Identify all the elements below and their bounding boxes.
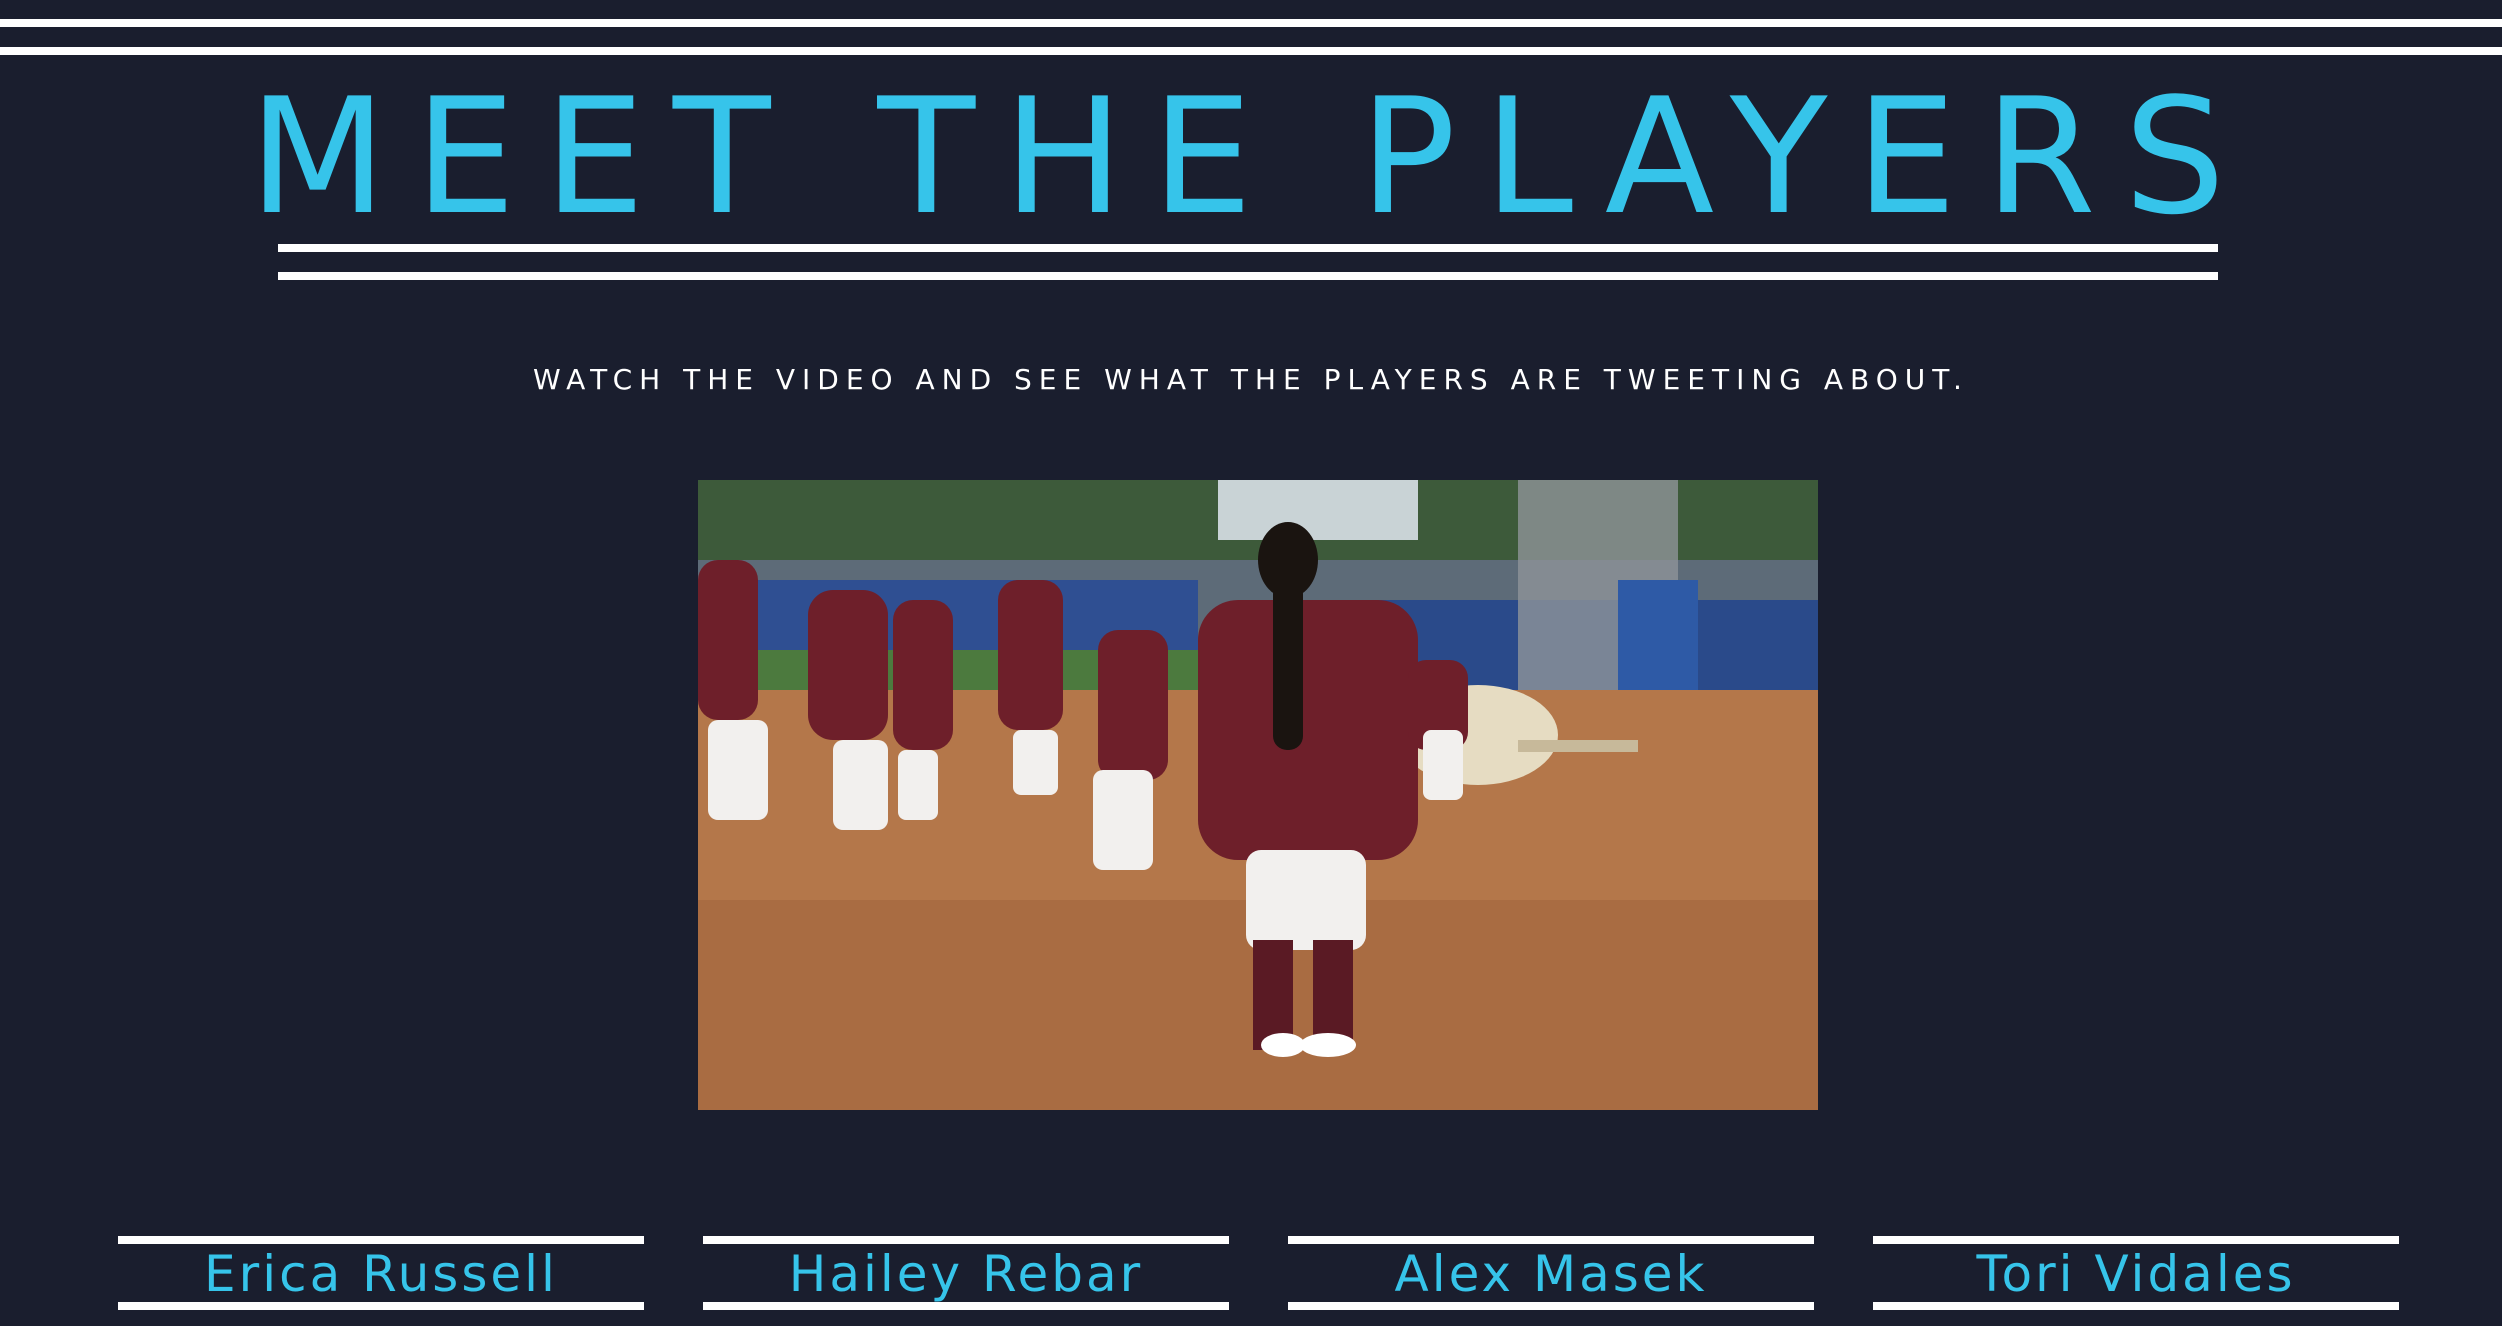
page-subtitle: WATCH THE VIDEO AND SEE WHAT THE PLAYERS… xyxy=(533,363,1969,396)
player-card-top-rule xyxy=(1288,1236,1814,1244)
player-card-erica-russell[interactable]: Erica Russell xyxy=(118,1236,644,1310)
player-card-alex-masek[interactable]: Alex Masek xyxy=(1288,1236,1814,1310)
player-name: Alex Masek xyxy=(1394,1245,1708,1303)
page-title: MEET THE PLAYERS xyxy=(248,63,2254,250)
player-card-tori-vidales[interactable]: Tori Vidales xyxy=(1873,1236,2399,1310)
player-card-bottom-rule xyxy=(118,1302,644,1310)
player-card-top-rule xyxy=(703,1236,1229,1244)
top-divider-line xyxy=(0,19,2502,27)
player-card-bottom-rule xyxy=(1873,1302,2399,1310)
player-card-bottom-rule xyxy=(703,1302,1229,1310)
player-card-bottom-rule xyxy=(1288,1302,1814,1310)
title-underline xyxy=(278,272,2218,280)
title-underline xyxy=(278,244,2218,252)
player-card-hailey-rebar[interactable]: Hailey Rebar xyxy=(703,1236,1229,1310)
player-name: Erica Russell xyxy=(204,1245,558,1303)
player-name: Hailey Rebar xyxy=(788,1245,1144,1303)
player-name: Tori Vidales xyxy=(1976,1245,2296,1303)
top-divider-line xyxy=(0,47,2502,55)
player-card-top-rule xyxy=(118,1236,644,1244)
video-player[interactable] xyxy=(698,480,1818,1110)
player-card-top-rule xyxy=(1873,1236,2399,1244)
video-frame xyxy=(698,480,1818,1110)
